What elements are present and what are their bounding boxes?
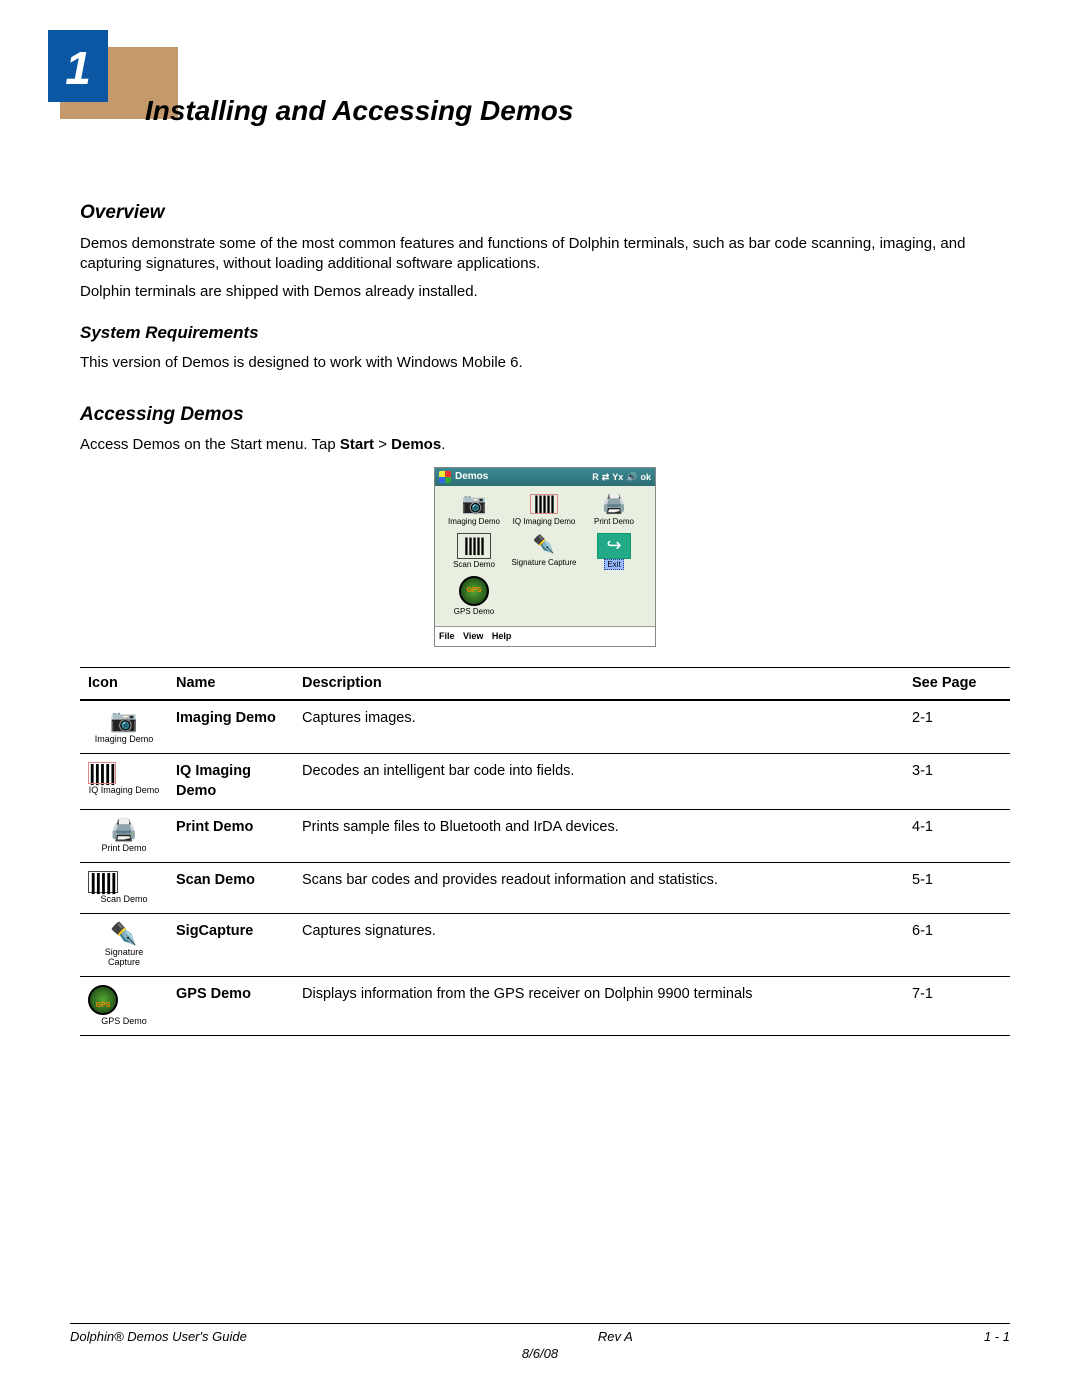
cell-description: Captures images. (294, 700, 904, 754)
status-icon: Yx (612, 471, 623, 483)
demos-table: Icon Name Description See Page Imaging D… (80, 667, 1010, 1037)
accessing-intro: Access Demos on the Start menu. Tap Star… (80, 435, 1010, 455)
cell-name: Scan Demo (168, 863, 294, 914)
app-icon-scan-demo[interactable]: Scan Demo (439, 533, 509, 570)
overview-para-1: Demos demonstrate some of the most commo… (80, 234, 1010, 275)
row-icon (88, 818, 160, 842)
menu-file[interactable]: File (439, 631, 455, 641)
col-icon: Icon (80, 667, 168, 700)
menu-view[interactable]: View (463, 631, 483, 641)
cell-icon: Print Demo (80, 810, 168, 863)
status-icon: ⇄ (602, 471, 610, 483)
table-row: GPS DemoGPS DemoDisplays information fro… (80, 977, 1010, 1036)
cell-icon: Signature Capture (80, 914, 168, 977)
exit-icon (597, 533, 631, 559)
cell-icon: IQ Imaging Demo (80, 754, 168, 810)
col-name: Name (168, 667, 294, 700)
footer-left: Dolphin® Demos User's Guide (70, 1328, 247, 1346)
cell-icon: Imaging Demo (80, 700, 168, 754)
app-icon-exit[interactable]: Exit (579, 533, 649, 570)
cell-description: Captures signatures. (294, 914, 904, 977)
col-description: Description (294, 667, 904, 700)
cell-see-page: 4-1 (904, 810, 1010, 863)
cell-description: Decodes an intelligent bar code into fie… (294, 754, 904, 810)
chapter-title: Installing and Accessing Demos (145, 92, 573, 130)
pen-icon (528, 533, 560, 557)
cell-description: Prints sample files to Bluetooth and IrD… (294, 810, 904, 863)
status-icon: R (592, 471, 599, 483)
table-row: Imaging DemoImaging DemoCaptures images.… (80, 700, 1010, 754)
status-icon: 🔊 (626, 471, 637, 483)
accessing-heading: Accessing Demos (80, 402, 1010, 428)
row-icon (88, 709, 160, 733)
app-icon-imaging-demo[interactable]: Imaging Demo (439, 492, 509, 527)
cell-see-page: 2-1 (904, 700, 1010, 754)
status-icon: ok (640, 471, 651, 483)
app-icon-print-demo[interactable]: Print Demo (579, 492, 649, 527)
device-menubar: File View Help (435, 626, 655, 645)
app-icon-gps-demo[interactable]: GPS Demo (439, 576, 509, 617)
cell-see-page: 3-1 (904, 754, 1010, 810)
cell-name: Print Demo (168, 810, 294, 863)
barcode-color-icon (528, 492, 560, 516)
page-footer: Dolphin® Demos User's Guide Rev A 1 - 1 … (70, 1323, 1010, 1363)
gps-icon (459, 576, 489, 606)
camera-icon (458, 492, 490, 516)
cell-name: GPS Demo (168, 977, 294, 1036)
windows-flag-icon (439, 471, 451, 483)
table-row: Scan DemoScan DemoScans bar codes and pr… (80, 863, 1010, 914)
footer-right: 1 - 1 (984, 1328, 1010, 1346)
col-see-page: See Page (904, 667, 1010, 700)
row-icon (88, 985, 118, 1015)
cell-name: IQ Imaging Demo (168, 754, 294, 810)
chapter-number-box: 1 (48, 30, 108, 102)
sysreq-heading: System Requirements (80, 322, 1010, 345)
cell-icon: Scan Demo (80, 863, 168, 914)
overview-heading: Overview (80, 200, 1010, 226)
app-icon-signature-capture[interactable]: Signature Capture (509, 533, 579, 570)
footer-center: Rev A (598, 1328, 633, 1346)
cell-see-page: 7-1 (904, 977, 1010, 1036)
cell-icon: GPS Demo (80, 977, 168, 1036)
cell-description: Scans bar codes and provides readout inf… (294, 863, 904, 914)
cell-name: Imaging Demo (168, 700, 294, 754)
menu-help[interactable]: Help (492, 631, 512, 641)
table-row: Print DemoPrint DemoPrints sample files … (80, 810, 1010, 863)
table-row: Signature CaptureSigCaptureCaptures sign… (80, 914, 1010, 977)
cell-see-page: 5-1 (904, 863, 1010, 914)
cell-see-page: 6-1 (904, 914, 1010, 977)
row-icon (88, 762, 116, 784)
cell-name: SigCapture (168, 914, 294, 977)
device-titlebar: Demos R ⇄ Yx 🔊 ok (435, 468, 655, 486)
row-icon (88, 871, 118, 893)
device-app-title: Demos (455, 470, 488, 484)
footer-date: 8/6/08 (522, 1345, 558, 1363)
app-icon-iq-imaging-demo[interactable]: IQ Imaging Demo (509, 492, 579, 527)
device-screenshot: Demos R ⇄ Yx 🔊 ok Imaging Demo IQ Imagin… (434, 467, 656, 646)
cell-description: Displays information from the GPS receiv… (294, 977, 904, 1036)
table-row: IQ Imaging DemoIQ Imaging DemoDecodes an… (80, 754, 1010, 810)
overview-para-2: Dolphin terminals are shipped with Demos… (80, 282, 1010, 302)
row-icon (88, 922, 160, 946)
printer-icon (598, 492, 630, 516)
barcode-icon (457, 533, 491, 559)
sysreq-para: This version of Demos is designed to wor… (80, 353, 1010, 373)
chapter-header: 1 Installing and Accessing Demos (70, 30, 1010, 140)
